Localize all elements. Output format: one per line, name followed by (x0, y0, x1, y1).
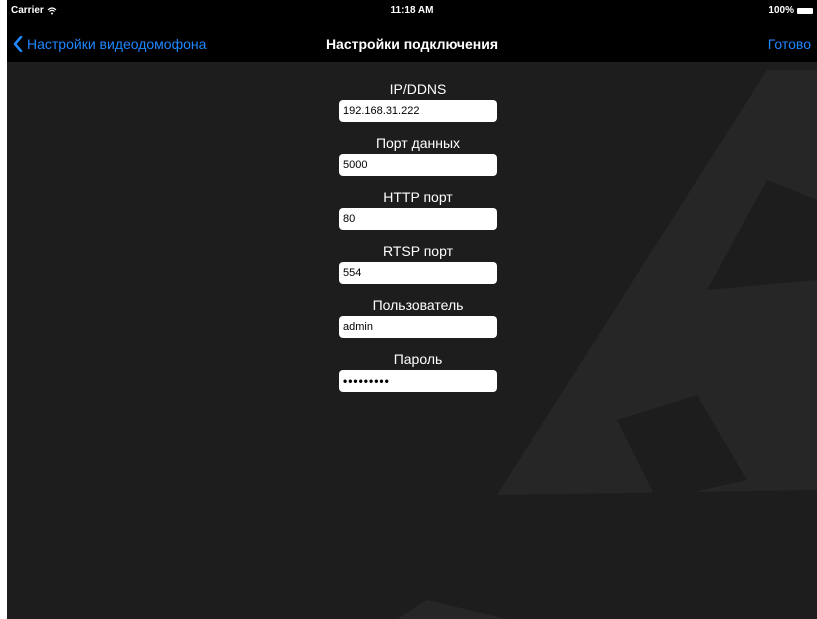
http-port-label: HTTP порт (383, 189, 453, 205)
data-port-label: Порт данных (375, 135, 461, 151)
battery-icon (797, 7, 813, 14)
rtsp-port-label: RTSP порт (383, 243, 453, 259)
done-button[interactable]: Готово (768, 36, 811, 52)
password-input[interactable] (339, 370, 497, 392)
rtsp-port-input[interactable] (339, 262, 497, 284)
password-label: Пароль (393, 351, 443, 367)
user-input[interactable] (339, 316, 497, 338)
ip-ddns-label: IP/DDNS (389, 81, 447, 97)
ip-ddns-input[interactable] (339, 100, 497, 122)
page-title: Настройки подключения (325, 36, 499, 52)
data-port-input[interactable] (339, 154, 497, 176)
http-port-input[interactable] (339, 208, 497, 230)
status-battery: 100% (768, 5, 813, 16)
connection-form: IP/DDNS Порт данных HTTP порт RTSP порт … (339, 78, 497, 402)
top-bar: Carrier 11:18 AM 100% Настройки видеодом… (7, 0, 817, 62)
status-time: 11:18 AM (390, 5, 434, 16)
battery-label: 100% (768, 5, 794, 16)
app-screen: Carrier 11:18 AM 100% Настройки видеодом… (7, 0, 817, 619)
user-label: Пользователь (372, 297, 464, 313)
